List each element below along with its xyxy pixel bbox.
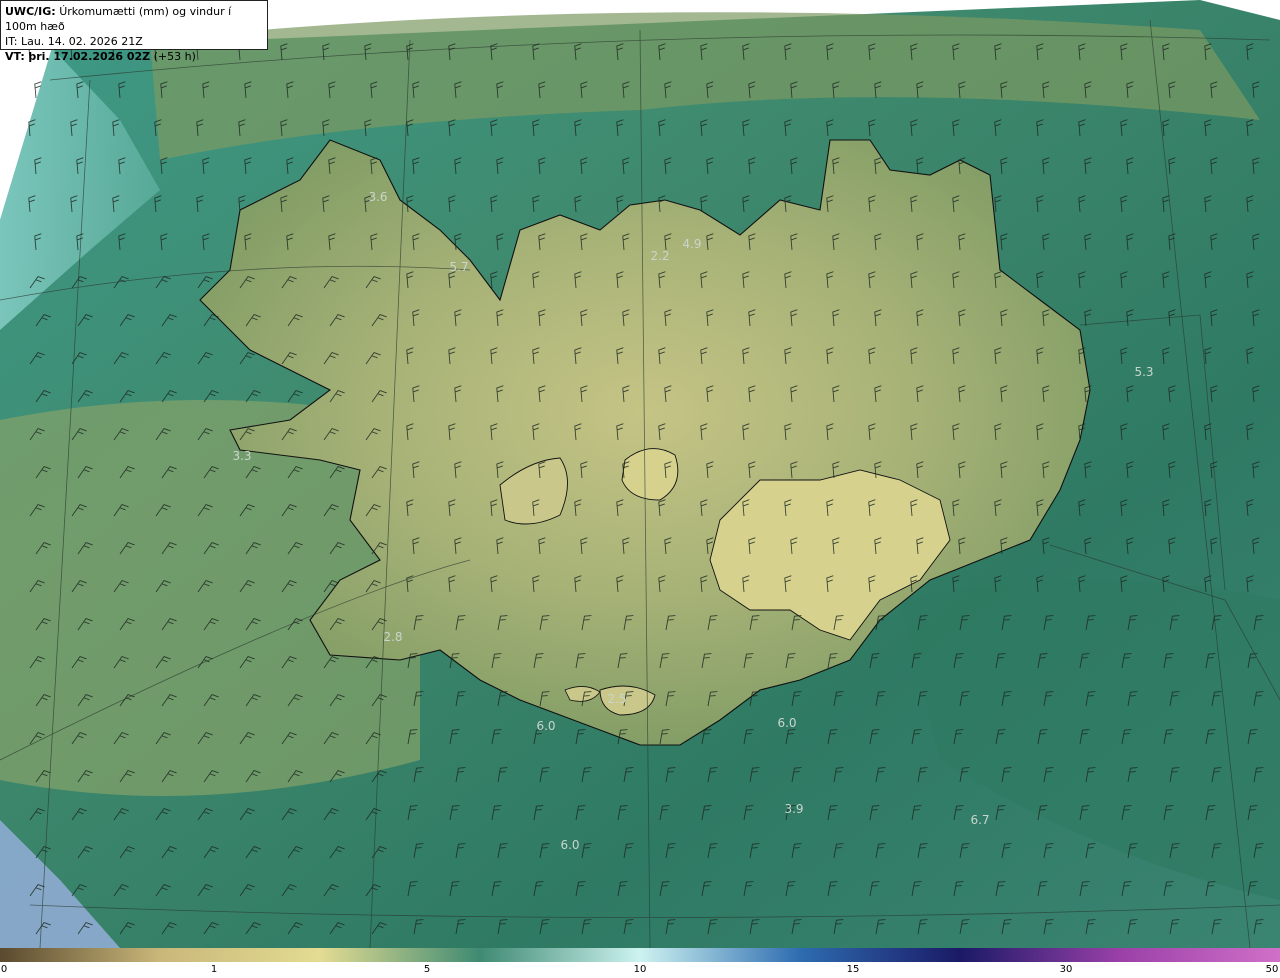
- it-value: Lau. 14. 02. 2026 21Z: [20, 35, 143, 48]
- valid-time-line: VT: þri. 17.02.2026 02Z (+53 h): [5, 49, 263, 64]
- value-label: 5.7: [449, 260, 468, 274]
- value-label: 4.9: [682, 237, 701, 251]
- value-label: 2.2: [650, 249, 669, 263]
- value-label: 3.9: [784, 802, 803, 816]
- value-label: 5.3: [1134, 365, 1153, 379]
- colorbar-tick: 1: [210, 964, 218, 975]
- colorbar-ticks: 0 1 5 10 15 30 50: [0, 962, 1280, 978]
- vt-label: VT:: [5, 50, 25, 63]
- colorbar-tick: 5: [423, 964, 431, 975]
- title-line: UWC/IG: Úrkomumætti (mm) og vindur í 100…: [5, 4, 263, 34]
- value-label: 2.5: [607, 692, 626, 706]
- value-label: 6.0: [777, 716, 796, 730]
- colorbar-tick: 15: [846, 964, 860, 975]
- value-label: 3.6: [368, 190, 387, 204]
- initial-time-line: IT: Lau. 14. 02. 2026 21Z: [5, 34, 263, 49]
- colorbar-tick: 50: [1265, 964, 1279, 975]
- map-info-box: UWC/IG: Úrkomumætti (mm) og vindur í 100…: [0, 0, 268, 63]
- value-label: 6.0: [536, 719, 555, 733]
- value-label: 3.3: [232, 449, 251, 463]
- value-label: 2.8: [383, 630, 402, 644]
- vt-value: þri. 17.02.2026 02Z: [28, 50, 151, 63]
- value-label: 6.0: [560, 838, 579, 852]
- colorbar-tick: 30: [1059, 964, 1073, 975]
- precipitation-wind-map: 3.6 5.7 2.2 4.9 5.3 3.3 2.8 6.0 2.5 6.0 …: [0, 0, 1280, 948]
- lead-time: (+53 h): [153, 50, 196, 63]
- value-label: 6.7: [970, 813, 989, 827]
- it-label: IT:: [5, 35, 18, 48]
- colorbar: [0, 948, 1280, 962]
- colorbar-tick: 10: [633, 964, 647, 975]
- model-label: UWC/IG:: [5, 5, 56, 18]
- colorbar-tick: 0: [0, 964, 8, 975]
